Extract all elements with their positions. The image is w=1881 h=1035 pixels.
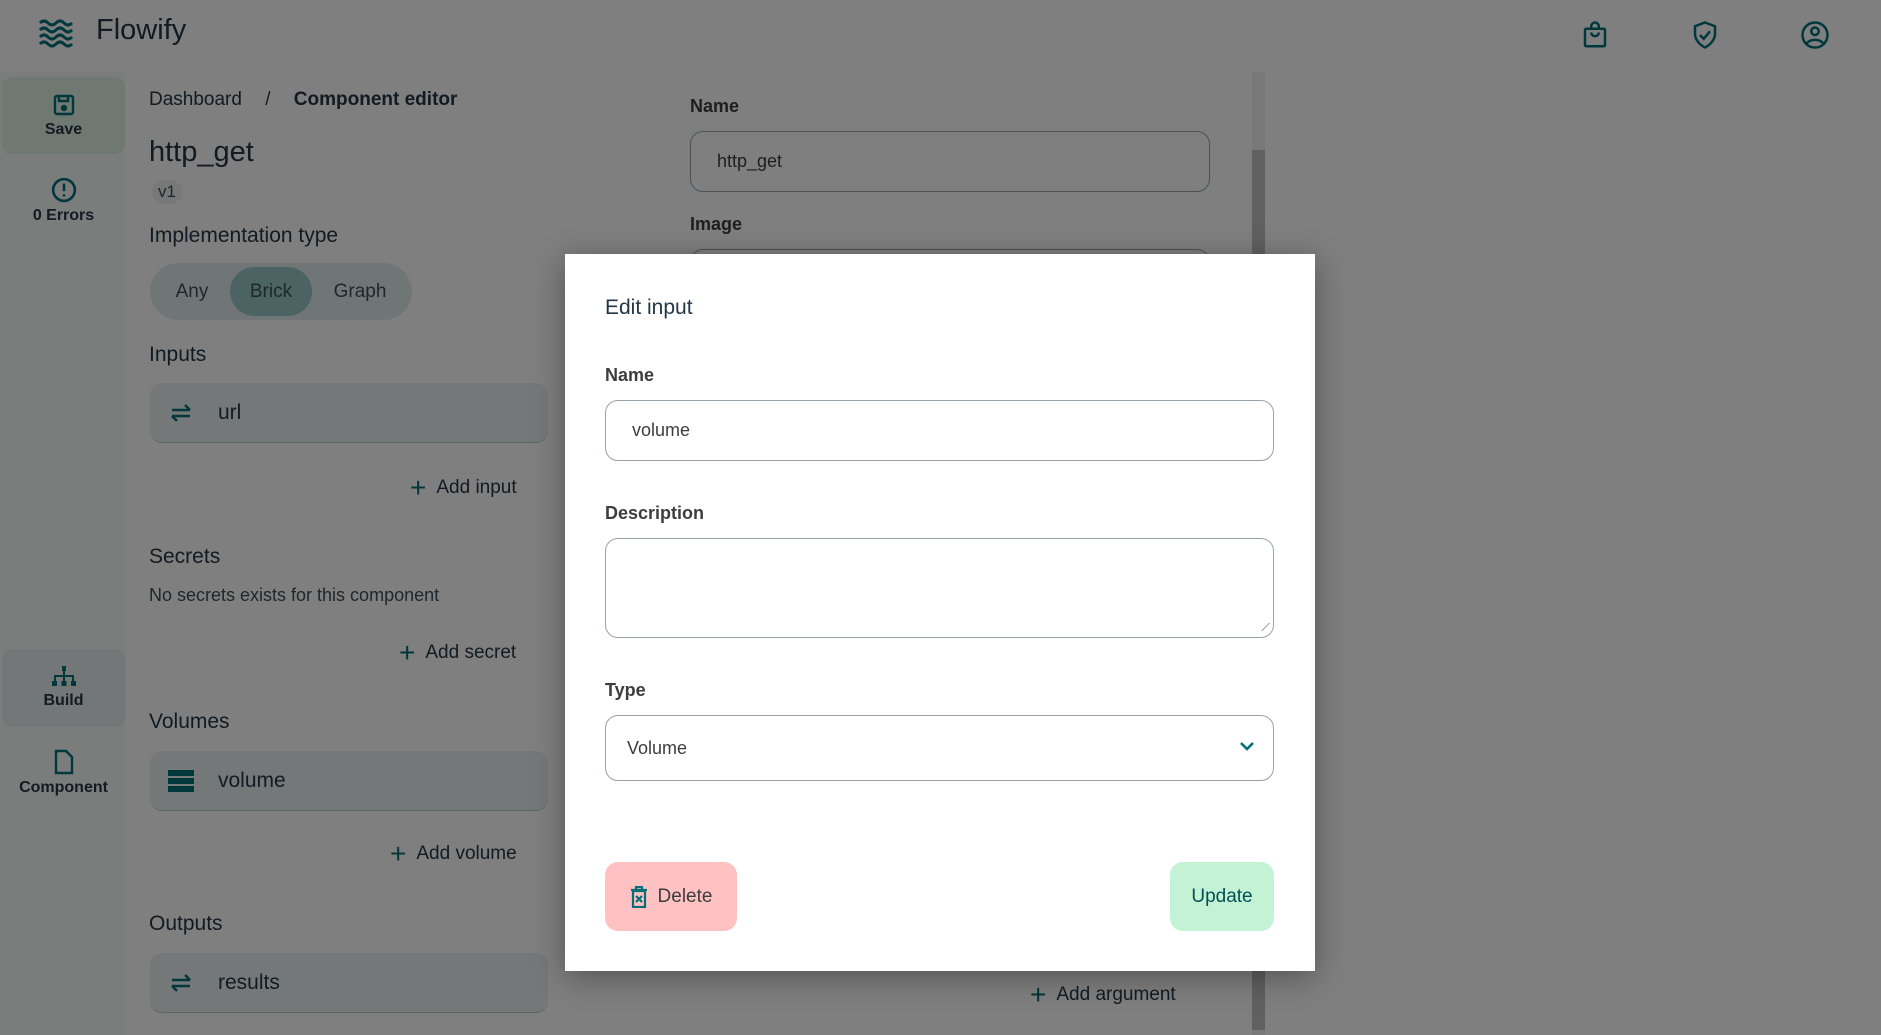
description-label: Description <box>605 503 705 523</box>
trash-icon <box>630 885 648 908</box>
dialog-title: Edit input <box>605 296 693 319</box>
update-button[interactable]: Update <box>1170 862 1274 931</box>
type-label: Type <box>605 680 646 700</box>
delete-button[interactable]: Delete <box>605 862 737 931</box>
type-select[interactable]: Volume <box>605 715 1274 781</box>
name-label: Name <box>605 365 655 385</box>
input-name-field[interactable]: volume <box>605 400 1274 461</box>
edit-input-dialog: Edit input Name volume Description Type … <box>565 254 1315 971</box>
description-textarea[interactable] <box>605 538 1274 638</box>
chevron-down-icon <box>1239 740 1255 752</box>
